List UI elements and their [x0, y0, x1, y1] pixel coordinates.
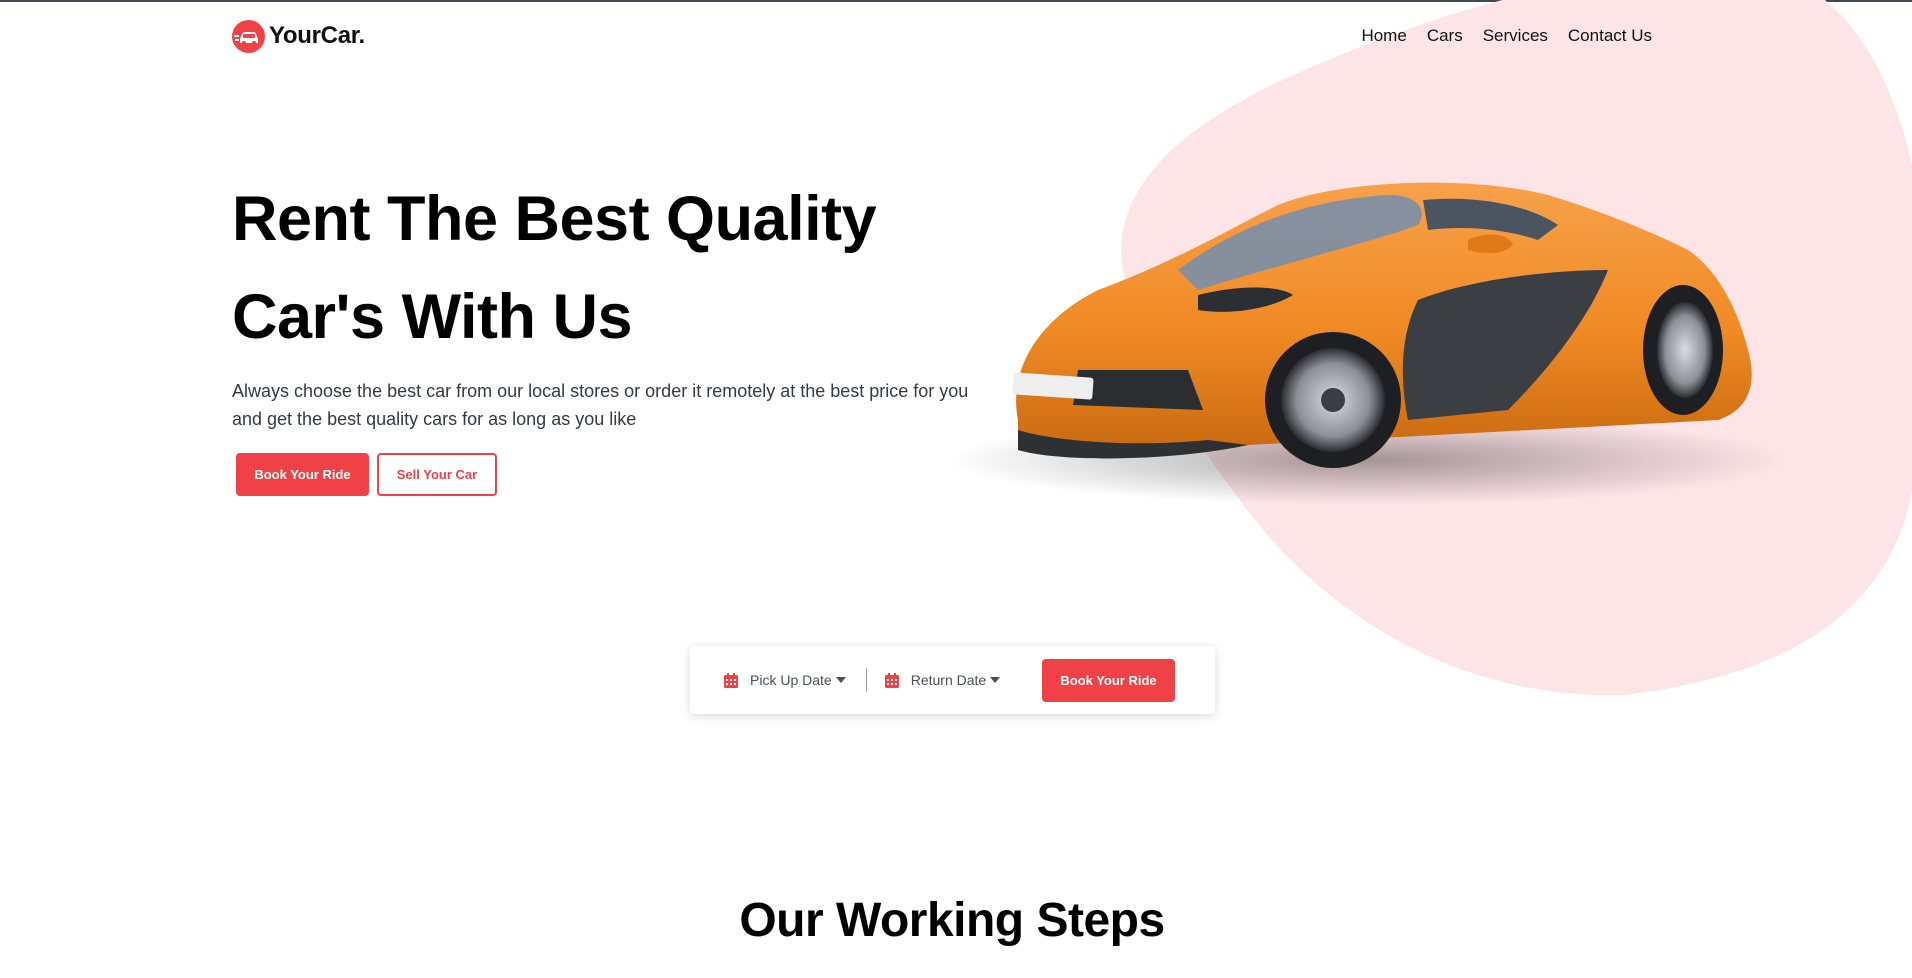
return-date-label: Return Date — [910, 672, 987, 688]
booking-separator — [865, 668, 867, 692]
calendar-icon — [724, 672, 738, 688]
book-your-ride-button[interactable]: Book Your Ride — [236, 453, 369, 496]
nav-contact-link[interactable]: Contact Us — [1568, 26, 1652, 46]
hero-title-line1: Rent The Best Quality — [232, 184, 877, 254]
return-date-dropdown[interactable]: Return Date — [884, 672, 1001, 688]
booking-bar: Pick Up Date Return Date Book Your Ride — [690, 646, 1215, 714]
nav-services-link[interactable]: Services — [1483, 26, 1548, 46]
sell-your-car-button[interactable]: Sell Your Car — [377, 453, 497, 496]
working-steps-title: Our Working Steps — [739, 894, 1165, 947]
brand-name: YourCar. — [269, 22, 365, 49]
caret-down-icon — [990, 677, 1001, 683]
main-nav: Home Cars Services Contact Us — [1361, 26, 1652, 46]
pickup-date-dropdown[interactable]: Pick Up Date — [724, 672, 846, 688]
top-navbar: YourCar. Home Cars Services Contact Us — [232, 18, 1652, 54]
car-logo-icon — [232, 19, 265, 53]
brand-logo-link[interactable]: YourCar. — [232, 19, 365, 53]
hero-description: Always choose the best car from our loca… — [232, 381, 969, 429]
hero-title: Rent The Best Quality Car's With Us — [232, 170, 992, 366]
nav-home-link[interactable]: Home — [1361, 26, 1406, 46]
orange-sports-car-image — [948, 182, 1788, 505]
caret-down-icon — [835, 677, 846, 683]
pickup-date-label: Pick Up Date — [750, 672, 832, 688]
hero-title-line2: Car's With Us — [232, 282, 633, 352]
calendar-icon — [884, 672, 899, 688]
nav-cars-link[interactable]: Cars — [1427, 26, 1463, 46]
booking-book-your-ride-button[interactable]: Book Your Ride — [1042, 658, 1175, 702]
